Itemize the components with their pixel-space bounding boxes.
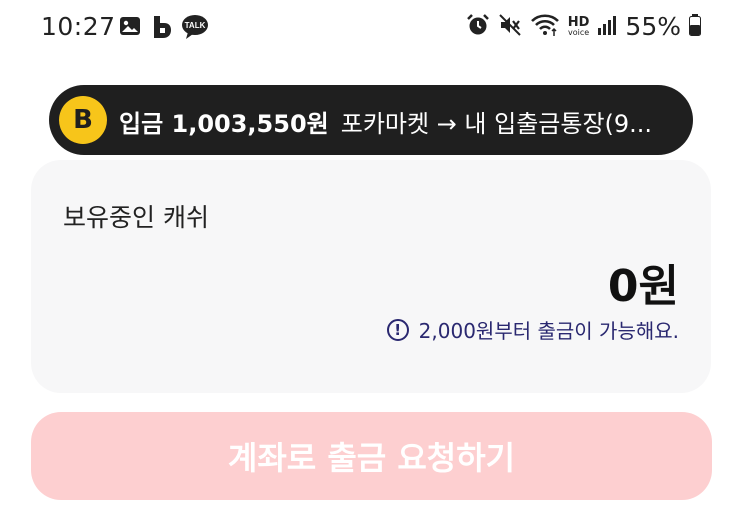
withdraw-notice: ! 2,000원부터 출금이 가능해요. <box>386 315 679 344</box>
kakaotalk-icon: TALK <box>181 14 209 44</box>
status-time: 10:27 <box>41 12 116 41</box>
withdraw-notice-text: 2,000원부터 출금이 가능해요. <box>418 319 679 343</box>
battery-percentage: 55% <box>625 12 681 41</box>
cash-label: 보유중인 캐쉬 <box>63 203 209 232</box>
info-icon: ! <box>386 318 409 341</box>
mute-icon <box>498 13 522 41</box>
cash-amount: 0원 <box>607 261 679 312</box>
signal-icon <box>597 14 617 40</box>
status-bar: 10:27 TALK HD voice 55% <box>0 0 743 58</box>
cash-balance-card: 보유중인 캐쉬 0원 ! 2,000원부터 출금이 가능해요. <box>31 160 711 393</box>
battery-icon <box>689 13 701 40</box>
b-logo-icon: B <box>59 96 107 144</box>
notification-body: 포카마켓 → 내 입출금통장(9... <box>340 110 653 138</box>
withdraw-to-account-button[interactable]: 계좌로 출금 요청하기 <box>31 412 712 500</box>
wifi-icon <box>530 13 560 41</box>
status-right-group: HD voice 55% <box>466 12 701 41</box>
voice-label: voice <box>568 28 590 37</box>
hd-voice-icon: HD voice <box>568 16 590 37</box>
notification-text: 입금 1,003,550원 포카마켓 → 내 입출금통장(9... <box>119 104 687 139</box>
b-logo-letter: B <box>73 105 93 135</box>
alarm-icon <box>466 13 490 41</box>
b-app-icon <box>151 15 173 43</box>
app-screen: 10:27 TALK HD voice 55% B 입금 1,003,550원 … <box>0 0 743 520</box>
kakaotalk-label: TALK <box>185 21 206 30</box>
deposit-notification[interactable]: B 입금 1,003,550원 포카마켓 → 내 입출금통장(9... <box>49 85 693 155</box>
image-icon <box>119 15 141 41</box>
notification-title: 입금 1,003,550원 <box>119 110 329 138</box>
